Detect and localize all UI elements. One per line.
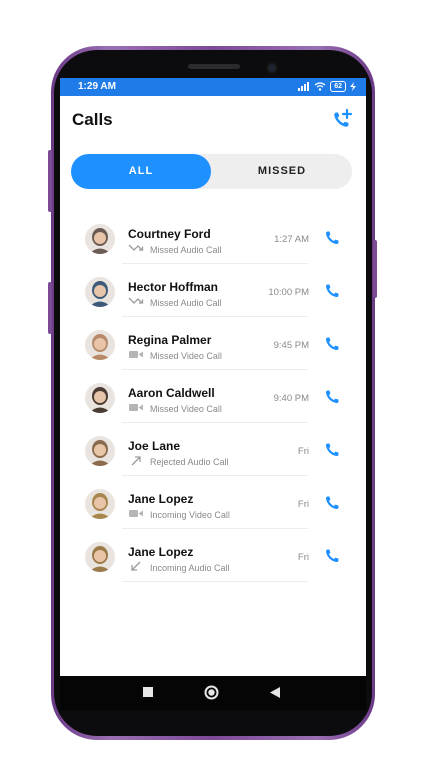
outgoing-call-icon bbox=[128, 455, 144, 468]
add-call-icon[interactable] bbox=[330, 108, 354, 132]
call-type: Incoming Audio Call bbox=[128, 561, 230, 574]
call-row[interactable]: Regina Palmer Missed Video Call 9:45 PM bbox=[60, 317, 366, 370]
video-icon bbox=[128, 508, 144, 521]
front-camera bbox=[268, 64, 276, 72]
avatar bbox=[85, 383, 115, 413]
wifi-icon bbox=[314, 82, 326, 91]
missed-call-icon bbox=[128, 296, 144, 309]
charging-icon bbox=[350, 82, 356, 91]
back-icon[interactable] bbox=[270, 687, 280, 698]
video-icon bbox=[128, 349, 144, 362]
avatar bbox=[85, 489, 115, 519]
call-row[interactable]: Jane Lopez Incoming Video Call Fri bbox=[60, 476, 366, 529]
caller-name: Courtney Ford bbox=[128, 227, 211, 241]
app-screen: 1:29 AM 62 Calls ALL MISSED Courtney For… bbox=[60, 78, 366, 676]
power-button bbox=[373, 240, 377, 298]
call-time: 1:27 AM bbox=[274, 234, 309, 245]
status-icons: 62 bbox=[298, 81, 356, 92]
caller-name: Joe Lane bbox=[128, 439, 181, 453]
call-type-label: Incoming Video Call bbox=[150, 509, 230, 520]
call-type: Missed Audio Call bbox=[128, 296, 222, 309]
navigation-bar bbox=[60, 676, 366, 710]
call-filter-tabs: ALL MISSED bbox=[71, 154, 352, 189]
call-row[interactable]: Courtney Ford Missed Audio Call 1:27 AM bbox=[60, 211, 366, 264]
call-type: Missed Video Call bbox=[128, 349, 222, 362]
call-time: 10:00 PM bbox=[268, 287, 309, 298]
caller-name: Jane Lopez bbox=[128, 545, 194, 559]
call-type: Missed Video Call bbox=[128, 402, 222, 415]
caller-name: Regina Palmer bbox=[128, 333, 212, 347]
volume-button bbox=[48, 150, 52, 212]
avatar bbox=[85, 330, 115, 360]
phone-icon[interactable] bbox=[324, 442, 340, 458]
call-type-label: Missed Audio Call bbox=[150, 244, 222, 255]
caller-name: Aaron Caldwell bbox=[128, 386, 215, 400]
bixby-button bbox=[48, 282, 52, 334]
call-type-label: Rejected Audio Call bbox=[150, 456, 229, 467]
call-type-label: Missed Video Call bbox=[150, 403, 222, 414]
call-time: Fri bbox=[297, 552, 309, 563]
page-title: Calls bbox=[72, 110, 113, 129]
call-row[interactable]: Joe Lane Rejected Audio Call Fri bbox=[60, 423, 366, 476]
phone-icon[interactable] bbox=[324, 548, 340, 564]
avatar bbox=[85, 224, 115, 254]
avatar bbox=[85, 436, 115, 466]
call-type-label: Missed Video Call bbox=[150, 350, 222, 361]
caller-name: Jane Lopez bbox=[128, 492, 194, 506]
call-row[interactable]: Aaron Caldwell Missed Video Call 9:40 PM bbox=[60, 370, 366, 423]
call-row[interactable]: Hector Hoffman Missed Audio Call 10:00 PM bbox=[60, 264, 366, 317]
home-icon[interactable] bbox=[204, 685, 219, 700]
call-type: Missed Audio Call bbox=[128, 243, 222, 256]
call-time: 9:40 PM bbox=[273, 393, 309, 404]
call-time: Fri bbox=[297, 446, 309, 457]
earpiece-speaker bbox=[188, 64, 240, 69]
battery-icon: 62 bbox=[330, 81, 346, 92]
tab-missed[interactable]: MISSED bbox=[212, 154, 352, 189]
call-type-label: Incoming Audio Call bbox=[150, 562, 230, 573]
call-type: Rejected Audio Call bbox=[128, 455, 229, 468]
phone-icon[interactable] bbox=[324, 389, 340, 405]
recents-icon[interactable] bbox=[143, 687, 153, 697]
phone-icon[interactable] bbox=[324, 230, 340, 246]
call-time: Fri bbox=[297, 499, 309, 510]
status-bar: 1:29 AM 62 bbox=[60, 78, 366, 96]
avatar bbox=[85, 542, 115, 572]
video-icon bbox=[128, 402, 144, 415]
call-time: 9:45 PM bbox=[273, 340, 309, 351]
avatar bbox=[85, 277, 115, 307]
call-type: Incoming Video Call bbox=[128, 508, 230, 521]
phone-icon[interactable] bbox=[324, 495, 340, 511]
call-type-label: Missed Audio Call bbox=[150, 297, 222, 308]
tab-all[interactable]: ALL bbox=[71, 154, 211, 189]
incoming-call-icon bbox=[128, 561, 144, 574]
phone-icon[interactable] bbox=[324, 336, 340, 352]
status-time: 1:29 AM bbox=[78, 81, 116, 92]
call-row[interactable]: Jane Lopez Incoming Audio Call Fri bbox=[60, 529, 366, 582]
phone-icon[interactable] bbox=[324, 283, 340, 299]
signal-icon bbox=[298, 82, 310, 91]
missed-call-icon bbox=[128, 243, 144, 256]
divider bbox=[122, 581, 308, 582]
caller-name: Hector Hoffman bbox=[128, 280, 219, 294]
